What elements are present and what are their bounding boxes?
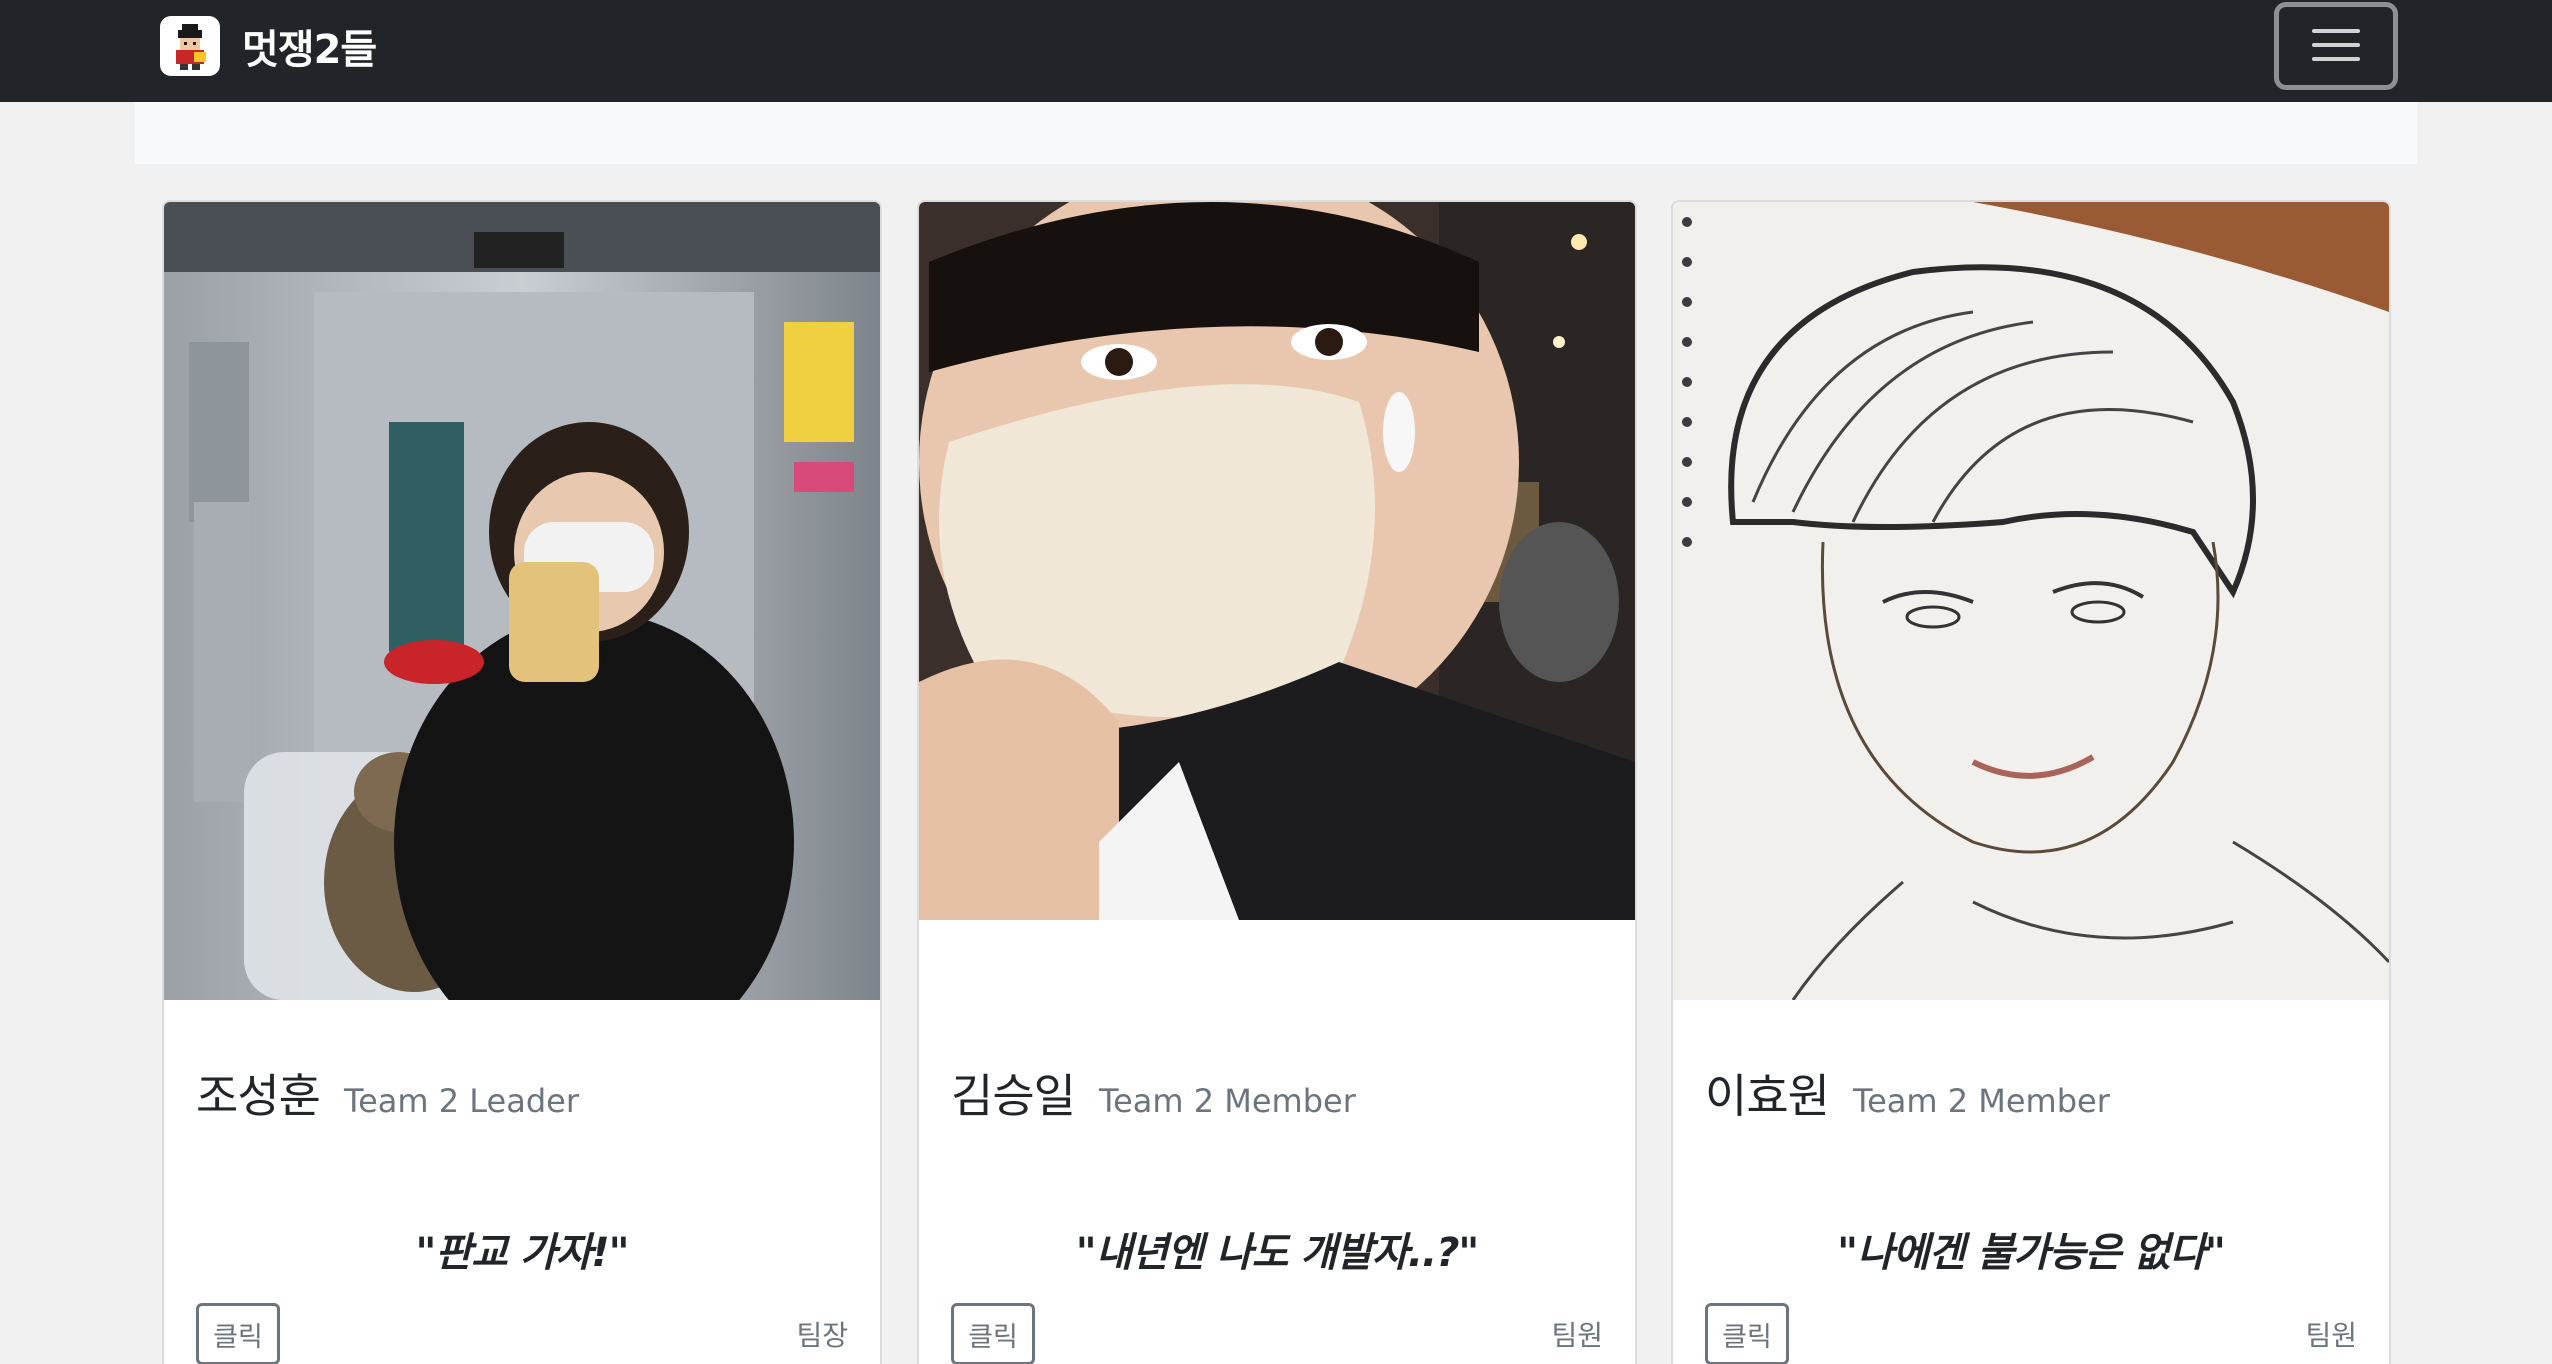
member-position-tag: 팀장 xyxy=(796,1319,848,1352)
member-photo-1 xyxy=(164,202,880,1000)
member-name: 이효원 xyxy=(1705,1069,1830,1123)
member-role: Team 2 Leader xyxy=(343,1082,579,1120)
member-quote: "나에겐 불가능은 없다" xyxy=(1837,1230,2226,1276)
top-navbar: 멋쟁2들 xyxy=(0,0,2552,102)
hamburger-menu-button[interactable] xyxy=(2274,2,2398,90)
member-role: Team 2 Member xyxy=(1098,1082,1356,1120)
pixel-character-logo-icon xyxy=(160,16,220,76)
card-title-row: 조성훈 Team 2 Leader xyxy=(196,1060,579,1126)
member-position-tag: 팀원 xyxy=(1551,1319,1603,1352)
click-button[interactable]: 클릭 xyxy=(1705,1303,1789,1364)
member-role: Team 2 Member xyxy=(1852,1082,2110,1120)
member-position-tag: 팀원 xyxy=(2305,1319,2357,1352)
member-card-2: 김승일 Team 2 Member "내년엔 나도 개발자..?" 클릭 팀원 xyxy=(917,200,1637,1364)
card-title-row: 김승일 Team 2 Member xyxy=(951,1060,1356,1126)
member-card-3: 이효원 Team 2 Member "나에겐 불가능은 없다" 클릭 팀원 xyxy=(1671,200,2391,1364)
member-photo-3 xyxy=(1673,202,2389,1000)
member-name: 조성훈 xyxy=(196,1069,321,1123)
hamburger-menu-icon xyxy=(2310,25,2362,68)
navbar-brand[interactable]: 멋쟁2들 xyxy=(160,16,377,76)
card-title-row: 이효원 Team 2 Member xyxy=(1705,1060,2110,1126)
member-photo-2 xyxy=(919,202,1635,920)
member-card-1: 조성훈 Team 2 Leader "판교 가자!" 클릭 팀장 xyxy=(162,200,882,1364)
click-button[interactable]: 클릭 xyxy=(196,1303,280,1364)
member-name: 김승일 xyxy=(951,1069,1076,1123)
member-quote: "판교 가자!" xyxy=(415,1230,629,1276)
member-quote: "내년엔 나도 개발자..?" xyxy=(1075,1230,1480,1276)
click-button[interactable]: 클릭 xyxy=(951,1303,1035,1364)
sub-banner xyxy=(135,102,2417,164)
brand-name: 멋쟁2들 xyxy=(242,27,377,73)
